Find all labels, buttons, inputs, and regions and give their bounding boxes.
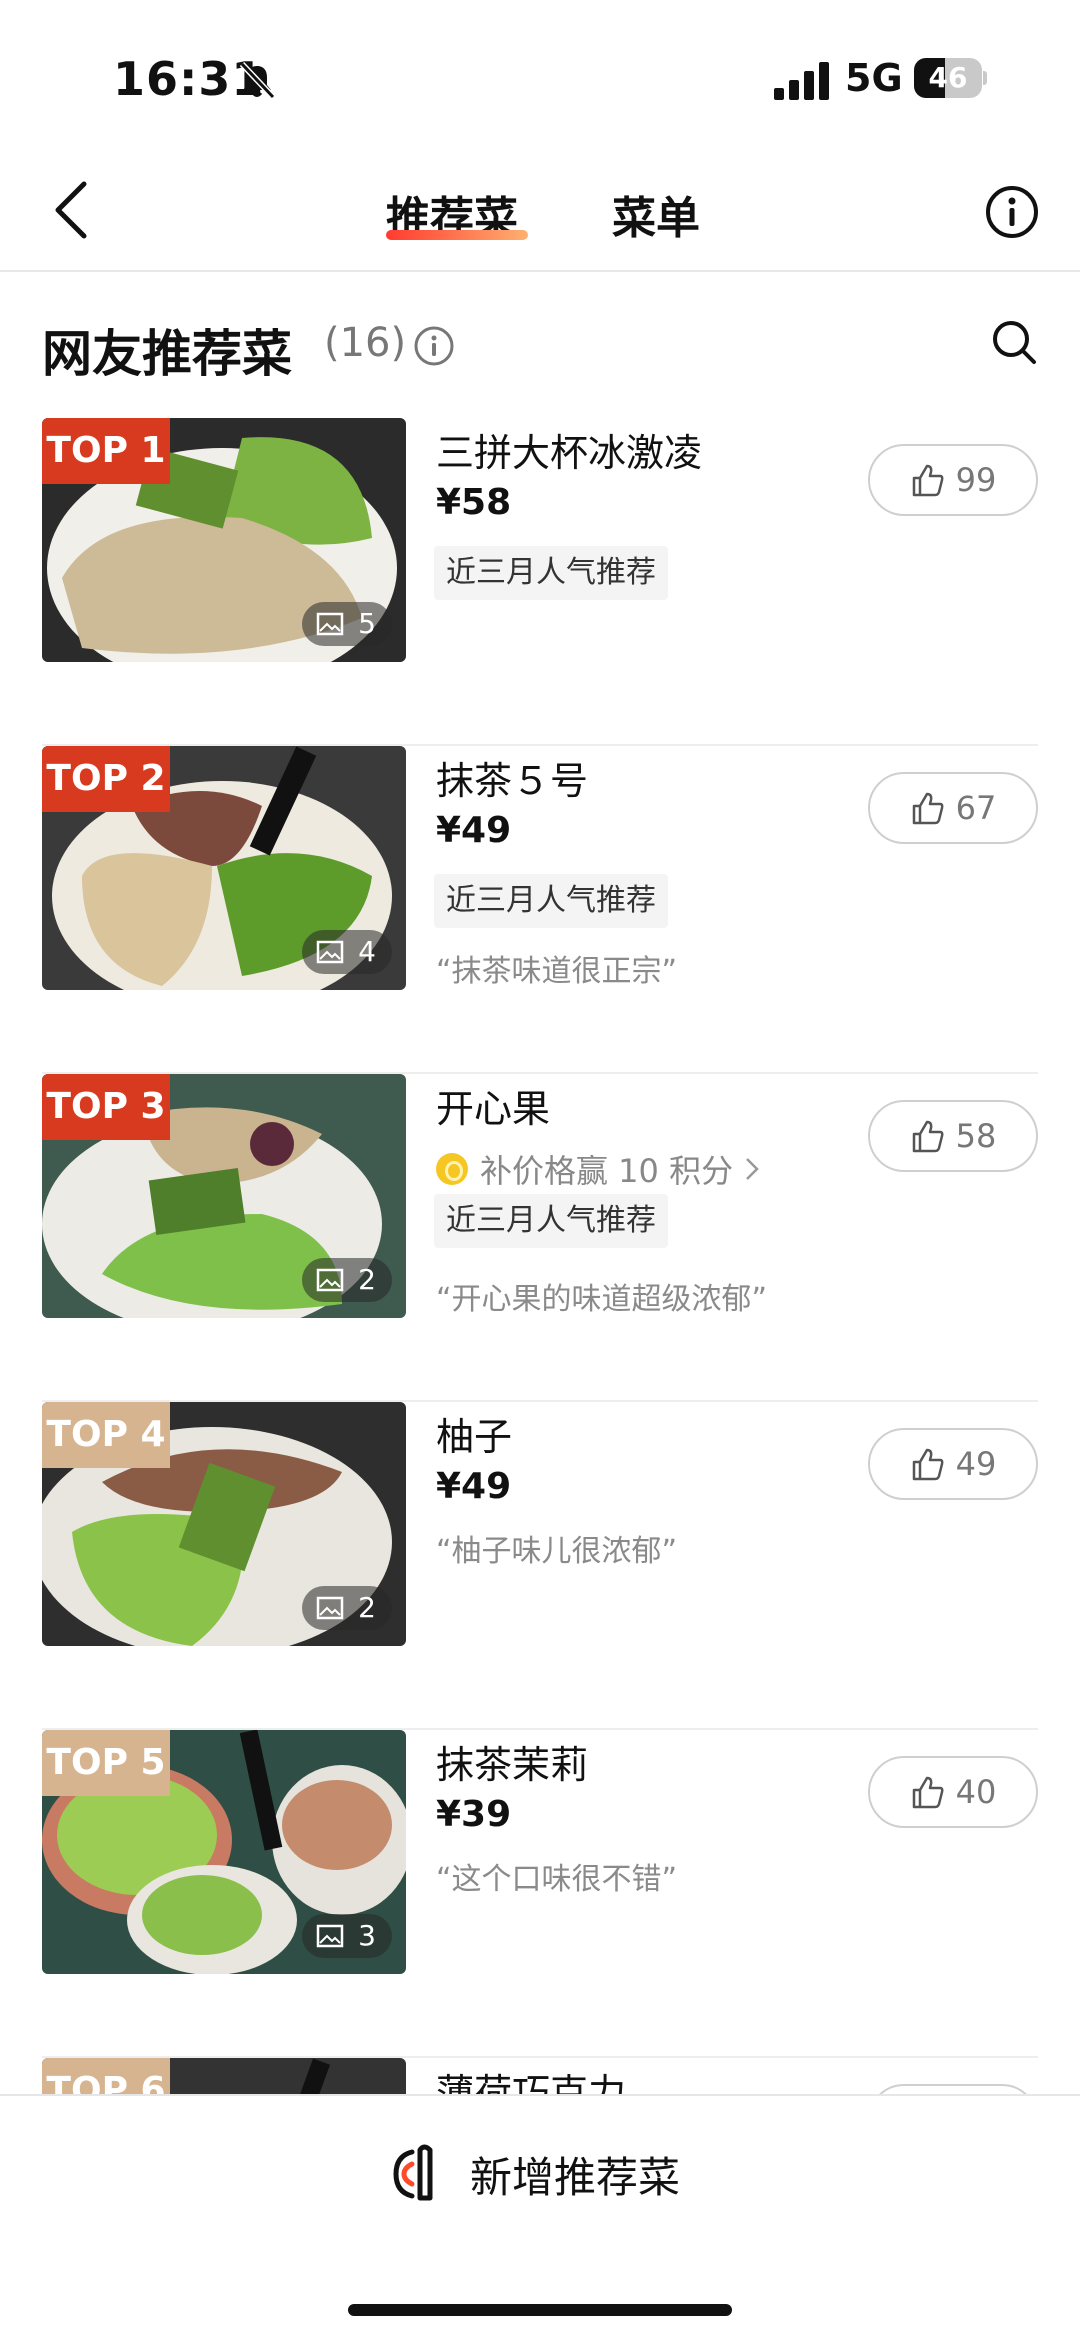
image-icon [316, 1924, 344, 1948]
like-button[interactable]: 28 [868, 2084, 1038, 2094]
popularity-tag: 近三月人气推荐 [434, 874, 668, 928]
tab-menu[interactable]: 菜单 [612, 182, 700, 246]
price-points-link[interactable]: 补价格赢 10 积分 [436, 1146, 761, 1192]
thumbs-up-icon [912, 1776, 944, 1809]
dish-name: 抹茶茉莉 [436, 1743, 589, 1787]
dish-price: ¥58 [436, 482, 512, 523]
rank-badge: TOP 6 [42, 2058, 170, 2094]
dish-item[interactable]: TOP 4 2 柚子 ¥49 “柚子味儿很浓郁” 49 [0, 1402, 1080, 1730]
dish-photo[interactable]: TOP 6 [42, 2058, 406, 2094]
photo-count: 2 [358, 1591, 376, 1624]
dish-name: 开心果 [436, 1087, 551, 1131]
chevron-left-icon[interactable] [40, 174, 110, 244]
dish-photo[interactable]: TOP 1 5 [42, 418, 406, 662]
like-count: 49 [955, 1445, 997, 1483]
info-circle-icon[interactable] [984, 184, 1040, 240]
cellular-signal-icon [774, 62, 829, 100]
status-bar: 16:31 5G 46 [0, 0, 1080, 150]
dish-photo[interactable]: TOP 4 2 [42, 1402, 406, 1646]
rank-badge: TOP 3 [42, 1074, 170, 1140]
network-type: 5G [845, 56, 903, 100]
like-count: 40 [955, 1773, 997, 1811]
dish-item[interactable]: TOP 5 3 抹茶茉莉 ¥39 “这个口味很不错” 40 [0, 1730, 1080, 2058]
info-circle-icon[interactable] [412, 324, 456, 368]
photo-count: 5 [358, 607, 376, 640]
rank-badge: TOP 2 [42, 746, 170, 812]
points-text: 补价格赢 10 积分 [480, 1152, 734, 1190]
image-icon [316, 940, 344, 964]
home-indicator [348, 2304, 732, 2316]
popularity-tag: 近三月人气推荐 [434, 1194, 668, 1248]
dish-item[interactable]: TOP 2 4 抹茶５号 ¥49 近三月人气推荐 “抹茶味道很正宗” 67 [0, 746, 1080, 1074]
battery-icon: 46 [914, 58, 987, 98]
dish-list: TOP 1 5 三拼大杯冰激凌 ¥58 近三月人气推荐 99 TOP 2 4 抹… [0, 418, 1080, 2094]
section-count: (16) [324, 320, 407, 366]
thumbs-up-icon [912, 1448, 944, 1481]
image-icon [316, 1268, 344, 1292]
like-button[interactable]: 58 [868, 1100, 1038, 1172]
dish-item[interactable]: TOP 3 2 开心果 补价格赢 10 积分 近三月人气推荐 “开心果的味道超级… [0, 1074, 1080, 1402]
battery-level: 46 [928, 61, 968, 94]
like-button[interactable]: 67 [868, 772, 1038, 844]
thumbs-up-icon [912, 1120, 944, 1153]
dish-photo[interactable]: TOP 2 4 [42, 746, 406, 990]
like-button[interactable]: 49 [868, 1428, 1038, 1500]
popularity-tag: 近三月人气推荐 [434, 546, 668, 600]
dish-item[interactable]: TOP 6 薄荷巧克力 28 [0, 2058, 1080, 2094]
add-dish-icon [393, 2144, 433, 2201]
nav-bar: 推荐菜 菜单 [0, 150, 1080, 272]
active-tab-indicator [386, 230, 528, 240]
coin-icon [436, 1153, 468, 1185]
dish-item[interactable]: TOP 1 5 三拼大杯冰激凌 ¥58 近三月人气推荐 99 [0, 418, 1080, 746]
like-button[interactable]: 99 [868, 444, 1038, 516]
photo-count: 4 [358, 935, 376, 968]
dish-name: 柚子 [436, 1415, 513, 1459]
like-button[interactable]: 40 [868, 1756, 1038, 1828]
review-quote: “这个口味很不错” [436, 1862, 678, 1897]
photo-count: 3 [358, 1919, 376, 1952]
dish-photo[interactable]: TOP 3 2 [42, 1074, 406, 1318]
thumbs-up-icon [912, 792, 944, 825]
chevron-right-icon [746, 1158, 759, 1180]
review-quote: “开心果的味道超级浓郁” [436, 1282, 768, 1317]
rank-badge: TOP 4 [42, 1402, 170, 1468]
photo-count-badge: 5 [302, 602, 392, 646]
dish-name: 抹茶５号 [436, 759, 589, 803]
dish-name: 薄荷巧克力 [436, 2071, 627, 2094]
dish-price: ¥49 [436, 810, 512, 851]
image-icon [316, 612, 344, 636]
like-count: 58 [955, 1117, 997, 1155]
rank-badge: TOP 1 [42, 418, 170, 484]
photo-count-badge: 2 [302, 1258, 392, 1302]
dish-photo[interactable]: TOP 5 3 [42, 1730, 406, 1974]
photo-count-badge: 3 [302, 1914, 392, 1958]
add-recommended-dish-label: 新增推荐菜 [470, 2152, 681, 2202]
dish-name: 三拼大杯冰激凌 [436, 431, 703, 475]
section-title: 网友推荐菜 [42, 325, 292, 383]
dish-price: ¥39 [436, 1794, 512, 1835]
bell-slash-icon [239, 61, 276, 100]
thumbs-up-icon [912, 464, 944, 497]
dish-price: ¥49 [436, 1466, 512, 1507]
photo-count: 2 [358, 1263, 376, 1296]
add-recommended-dish-button[interactable]: 新增推荐菜 [390, 2138, 680, 2210]
review-quote: “抹茶味道很正宗” [436, 954, 678, 989]
search-icon[interactable] [990, 318, 1038, 366]
review-quote: “柚子味儿很浓郁” [436, 1534, 678, 1569]
rank-badge: TOP 5 [42, 1730, 170, 1796]
like-count: 99 [955, 461, 997, 499]
like-count: 67 [955, 789, 997, 827]
image-icon [316, 1596, 344, 1620]
photo-count-badge: 4 [302, 930, 392, 974]
photo-count-badge: 2 [302, 1586, 392, 1630]
